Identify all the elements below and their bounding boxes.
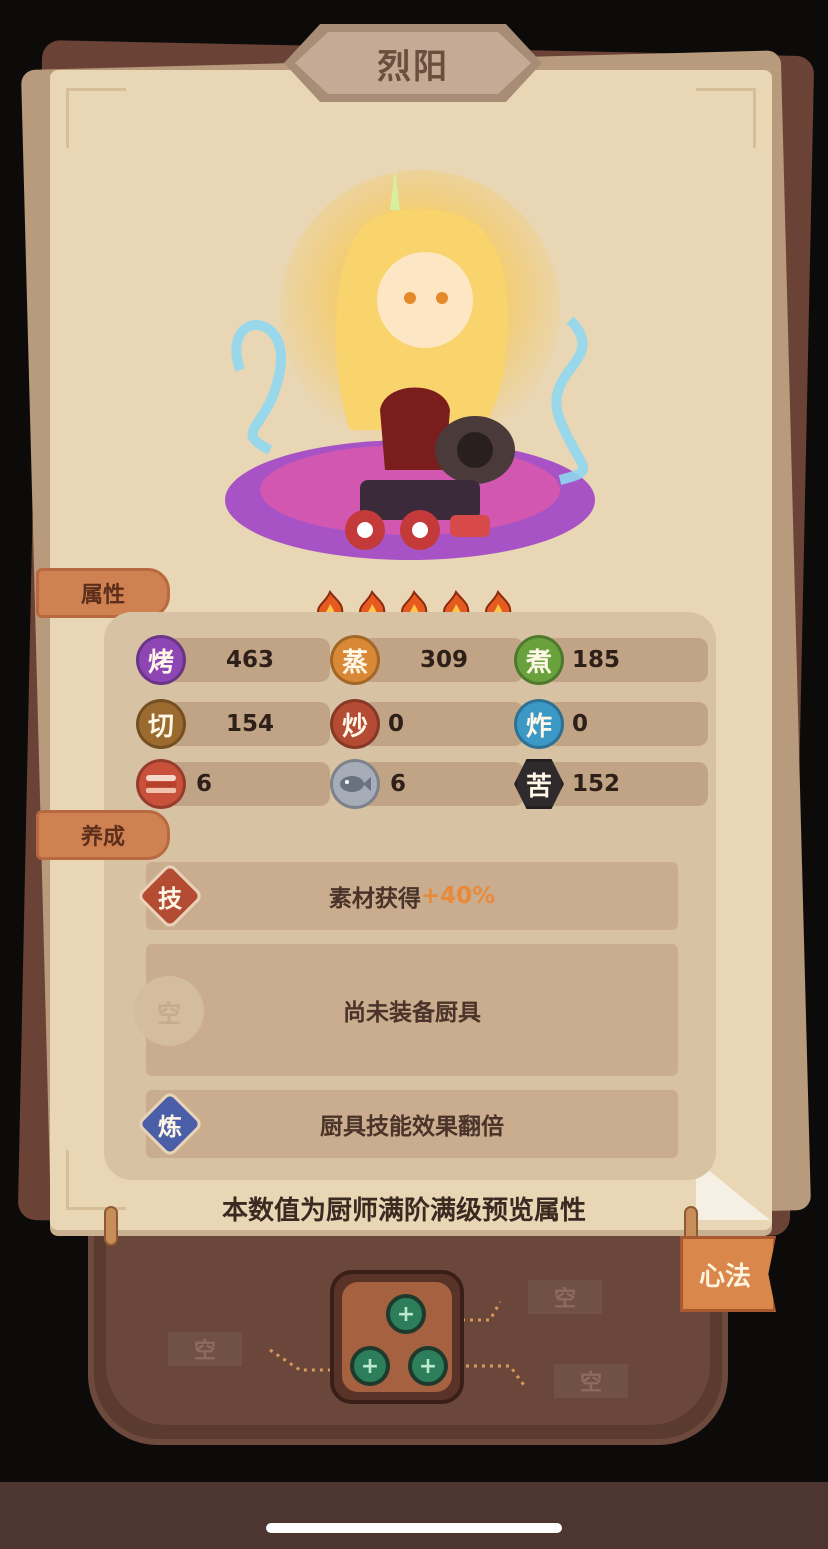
stat-deep-fry: 炸 0 <box>514 699 708 749</box>
skill-bonus: +40% <box>420 883 496 909</box>
stat-value: 463 <box>226 647 275 673</box>
stat-meat: 6 <box>136 759 330 809</box>
refine-text: 厨具技能效果翻倍 <box>320 1114 504 1140</box>
refine-bar[interactable]: 厨具技能效果翻倍 <box>146 1090 678 1158</box>
refine-icon-label: 炼 <box>158 1112 182 1141</box>
bottom-bar <box>0 1482 828 1549</box>
equipment-slot[interactable]: 尚未装备厨具 <box>146 944 678 1076</box>
stat-value: 309 <box>420 647 469 673</box>
xinfa-slot-label: 空 <box>579 1371 602 1396</box>
stat-value: 0 <box>388 711 405 737</box>
equipment-text: 尚未装备厨具 <box>343 1000 481 1026</box>
skill-bar[interactable]: 素材获得 +40% <box>146 862 678 930</box>
chef-name-plate: 烈阳 <box>284 24 542 102</box>
fish-icon <box>330 759 380 809</box>
empty-equipment-icon[interactable]: 空 <box>134 976 204 1046</box>
stat-bitter: 苦 152 <box>514 759 708 809</box>
attributes-tab-label: 属性 <box>80 583 125 608</box>
skill-icon: 技 <box>136 862 204 930</box>
stat-stir-fry: 炒 0 <box>330 699 524 749</box>
chef-portrait[interactable] <box>210 170 610 570</box>
stat-value: 6 <box>196 771 213 797</box>
stir-fry-icon: 炒 <box>330 699 380 749</box>
skill-icon-label: 技 <box>158 884 182 913</box>
xinfa-slot-top-right[interactable]: 空 <box>528 1280 602 1314</box>
stat-roast: 烤 463 <box>136 635 330 685</box>
xinfa-tab[interactable]: 心法 <box>680 1236 776 1312</box>
xinfa-core[interactable]: + + + <box>330 1270 464 1404</box>
roast-icon: 烤 <box>136 635 186 685</box>
stat-value: 152 <box>572 771 621 797</box>
cultivation-tab[interactable]: 养成 <box>36 810 170 860</box>
refine-icon: 炼 <box>136 1090 204 1158</box>
stat-value: 154 <box>226 711 275 737</box>
steam-icon: 蒸 <box>330 635 380 685</box>
cut-icon: 切 <box>136 699 186 749</box>
xinfa-slot-label: 空 <box>553 1287 576 1312</box>
xinfa-gem-icon: + <box>386 1294 426 1334</box>
stat-value: 6 <box>390 771 407 797</box>
xinfa-label: 心法 <box>699 1261 752 1292</box>
meat-icon <box>136 759 186 809</box>
xinfa-slot-label: 空 <box>193 1339 216 1364</box>
chef-name: 烈阳 <box>377 46 449 87</box>
xinfa-slot-bottom-right[interactable]: 空 <box>554 1364 628 1398</box>
stat-cut: 切 154 <box>136 699 330 749</box>
stat-fish: 6 <box>330 759 524 809</box>
xinfa-gem-icon: + <box>408 1346 448 1386</box>
stat-boil: 煮 185 <box>514 635 708 685</box>
stat-value: 185 <box>572 647 621 673</box>
xinfa-gem-icon: + <box>350 1346 390 1386</box>
page-pin <box>104 1206 118 1246</box>
home-indicator[interactable] <box>266 1523 562 1533</box>
stat-steam: 蒸 309 <box>330 635 524 685</box>
attributes-tab[interactable]: 属性 <box>36 568 170 618</box>
empty-equipment-label: 空 <box>157 999 181 1028</box>
xinfa-slot-left[interactable]: 空 <box>168 1332 242 1366</box>
boil-icon: 煮 <box>514 635 564 685</box>
stat-value: 0 <box>572 711 589 737</box>
skill-text: 素材获得 <box>328 886 421 912</box>
cultivation-tab-label: 养成 <box>80 825 125 850</box>
deep-fry-icon: 炸 <box>514 699 564 749</box>
